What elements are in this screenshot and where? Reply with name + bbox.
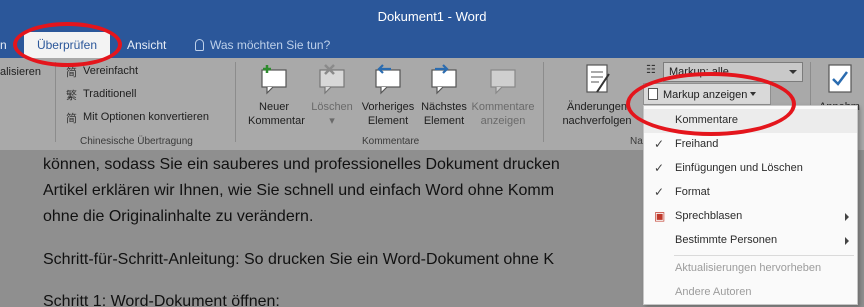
group-separator (543, 62, 544, 142)
convert-options-button[interactable]: 简 Mit Optionen konvertieren (66, 111, 209, 126)
tab-cut[interactable]: n (0, 38, 7, 52)
menu-item-kommentare[interactable]: Kommentare (644, 109, 857, 133)
accept-icon (823, 62, 857, 96)
tab-ueberpruefen[interactable]: Überprüfen (24, 32, 110, 58)
menu-item-specific-people[interactable]: Bestimmte Personen (644, 229, 857, 253)
chevron-down-icon: ▾ (329, 115, 335, 127)
track-changes-icon (580, 62, 614, 96)
traditional-char-icon: 繁 (66, 90, 77, 102)
markup-display-select[interactable]: Markup: alle (663, 62, 803, 82)
tell-me-placeholder: Was möchten Sie tun? (210, 38, 331, 52)
new-comment-button[interactable]: Neuer Kommentar (248, 62, 305, 128)
chevron-right-icon (845, 213, 849, 221)
menu-item-highlight-updates[interactable]: Aktualisierungen hervorheben (644, 257, 857, 281)
checkmark-icon: ✓ (654, 185, 665, 199)
window-title: Dokument1 - Word (377, 9, 487, 24)
next-comment-icon (427, 62, 461, 96)
markup-mode-icon: ☷ (646, 64, 656, 76)
checkmark-icon: ✓ (654, 137, 665, 151)
menu-item-format[interactable]: ✓ Format (644, 181, 857, 205)
menu-item-sprechblasen[interactable]: ▣ Sprechblasen (644, 205, 857, 229)
delete-comment-button[interactable]: Löschen ▾ (306, 62, 358, 128)
document-line: Schritt-für-Schritt-Anleitung: So drucke… (43, 251, 555, 268)
tell-me-search[interactable]: Was möchten Sie tun? (195, 38, 330, 52)
menu-separator (674, 255, 854, 256)
menu-item-insertions-deletions[interactable]: ✓ Einfügungen und Löschen (644, 157, 857, 181)
convert-char-icon: 简 (66, 113, 77, 125)
document-icon (648, 88, 658, 100)
chevron-down-icon (750, 92, 757, 96)
track-changes-button[interactable]: Änderungen nachverfolgen (560, 62, 634, 128)
document-line: Schritt 1: Word-Dokument öffnen: (43, 293, 280, 307)
menu-item-other-authors[interactable]: Andere Autoren (644, 281, 857, 305)
traditional-button[interactable]: 繁 Traditionell (66, 88, 136, 103)
lightbulb-icon (195, 39, 204, 51)
show-markup-button[interactable]: Markup anzeigen (643, 83, 771, 105)
ribbon-cut-item[interactable]: alisieren (0, 66, 41, 78)
new-comment-icon (257, 62, 291, 96)
delete-comment-icon (315, 62, 349, 96)
previous-comment-icon (371, 62, 405, 96)
next-comment-button[interactable]: Nächstes Element (416, 62, 472, 128)
show-markup-menu: Kommentare ✓ Freihand ✓ Einfügungen und … (643, 105, 858, 305)
simplified-button[interactable]: 简 Vereinfacht (66, 65, 138, 80)
document-line: ohne die Originalinhalte zu verändern. (43, 208, 314, 225)
simplified-char-icon: 简 (66, 67, 77, 79)
show-comments-icon (486, 62, 520, 96)
group-separator (235, 62, 236, 142)
chevron-down-icon (789, 70, 797, 74)
title-bar: Dokument1 - Word (0, 0, 864, 32)
balloons-icon: ▣ (654, 209, 666, 223)
chevron-right-icon (845, 237, 849, 245)
group-label-tracking: Na (630, 136, 643, 147)
group-label-comments: Kommentare (362, 136, 420, 147)
menu-item-freihand[interactable]: ✓ Freihand (644, 133, 857, 157)
group-separator (55, 62, 56, 142)
previous-comment-button[interactable]: Vorheriges Element (358, 62, 418, 128)
ribbon-tab-row: n Ansicht Was möchten Sie tun? (0, 32, 864, 58)
group-label-chinese: Chinesische Übertragung (80, 136, 193, 147)
tab-ansicht[interactable]: Ansicht (127, 38, 166, 52)
checkmark-icon: ✓ (654, 161, 665, 175)
document-line: können, sodass Sie ein sauberes und prof… (43, 156, 560, 173)
show-comments-button[interactable]: Kommentare anzeigen (470, 62, 536, 128)
document-line: Artikel erklären wir Ihnen, wie Sie schn… (43, 182, 555, 199)
